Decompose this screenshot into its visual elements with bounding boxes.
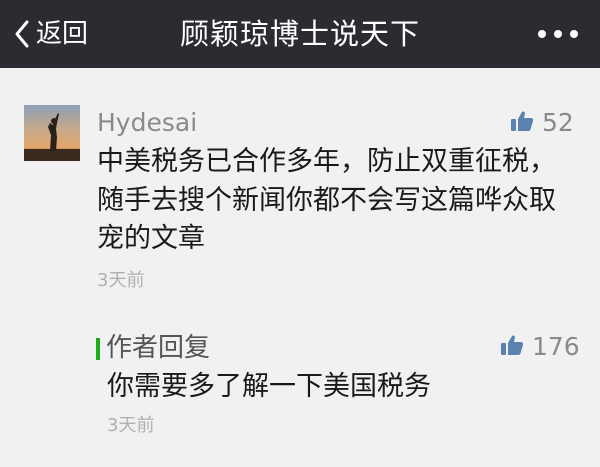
- reply-text: 你需要多了解一下美国税务: [107, 371, 431, 402]
- avatar[interactable]: [24, 105, 80, 161]
- more-button[interactable]: [538, 24, 578, 44]
- comment-username[interactable]: Hydesai: [97, 106, 197, 140]
- more-dots-icon: [538, 30, 546, 38]
- comment-like-count: 52: [542, 108, 574, 137]
- more-dots-icon: [554, 30, 562, 38]
- reply-timestamp: 3天前: [107, 415, 155, 436]
- thumbs-up-icon: [510, 110, 534, 136]
- comment-text: 中美税务已合作多年，防止双重征税，随手去搜个新闻你都不会写这篇哗众取宠的文章: [97, 146, 556, 254]
- reply-like-button[interactable]: 176: [500, 330, 580, 364]
- reply-author-label: 作者回复: [106, 333, 211, 363]
- more-dots-icon: [570, 30, 578, 38]
- comment-timestamp: 3天前: [97, 270, 145, 291]
- top-nav-bar: 返回 顾颖琼博士说天下: [0, 0, 600, 68]
- reply-like-count: 176: [532, 332, 580, 361]
- reply-accent-bar: [96, 338, 100, 360]
- thumbs-up-icon: [500, 334, 524, 360]
- page-title: 顾颖琼博士说天下: [179, 17, 420, 51]
- comment-like-button[interactable]: 52: [510, 106, 574, 140]
